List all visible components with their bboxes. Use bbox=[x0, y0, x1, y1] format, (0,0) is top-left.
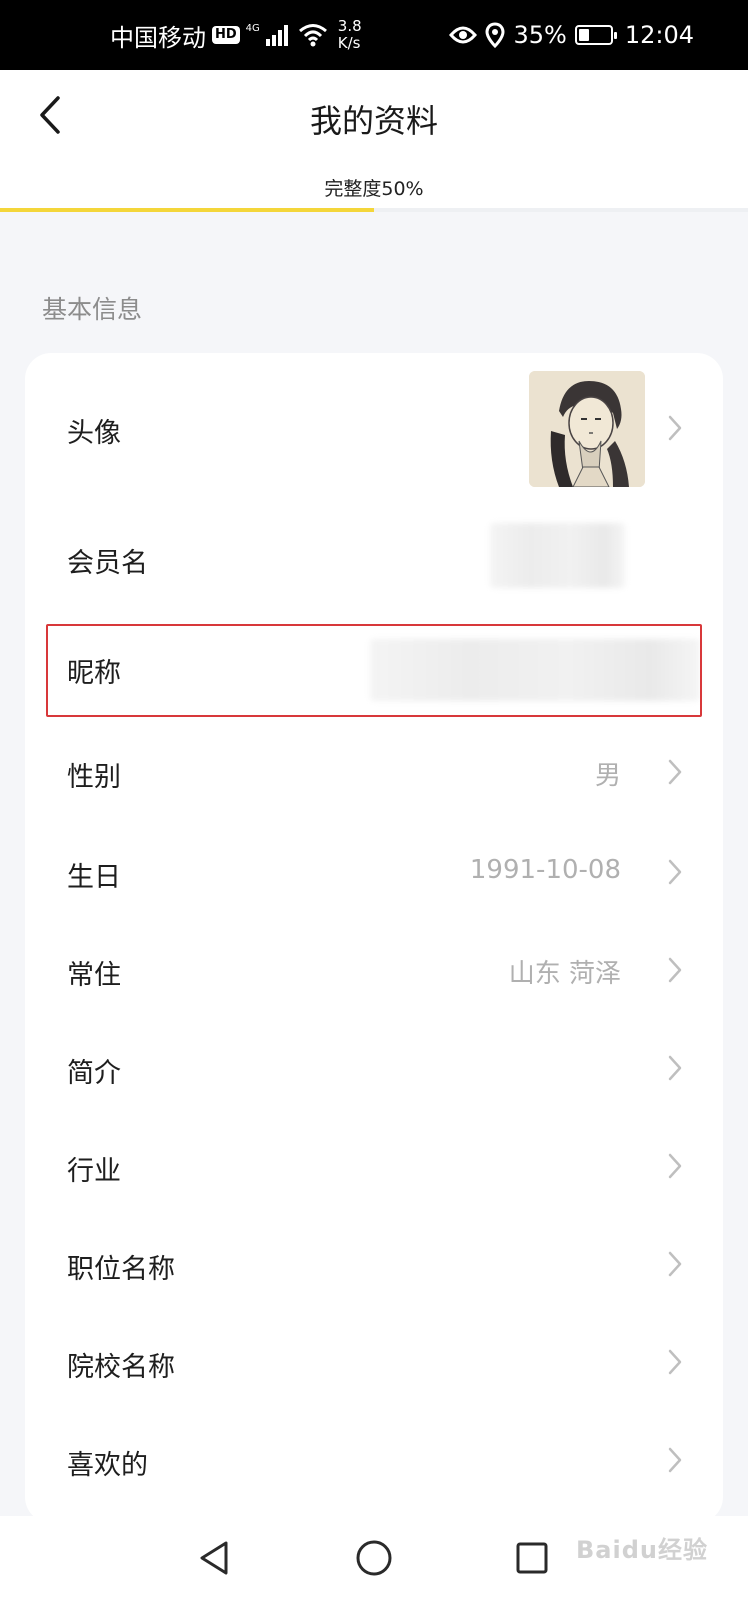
avatar-portrait-image bbox=[529, 371, 645, 487]
row-label: 生日 bbox=[67, 862, 121, 893]
battery-icon bbox=[574, 25, 617, 45]
profile-row-job-title[interactable]: 职位名称 bbox=[25, 1223, 723, 1323]
watermark-logo: Baidu经验 bbox=[576, 1536, 708, 1564]
page-title: 我的资料 bbox=[309, 102, 438, 140]
row-label: 喜欢的 bbox=[67, 1450, 148, 1481]
row-label: 简介 bbox=[67, 1058, 121, 1089]
chevron-right-icon bbox=[663, 413, 687, 443]
profile-row-likes[interactable]: 喜欢的 bbox=[25, 1423, 723, 1523]
row-label: 常住 bbox=[67, 960, 121, 991]
row-label: 头像 bbox=[67, 418, 121, 449]
completeness-progress-bar bbox=[0, 208, 748, 212]
page-header: 我的资料 完整度50% bbox=[0, 70, 748, 212]
row-label: 性别 bbox=[67, 762, 121, 793]
chevron-right-icon bbox=[663, 1445, 687, 1475]
location-icon bbox=[485, 22, 505, 48]
avatar[interactable] bbox=[529, 371, 645, 487]
eye-icon bbox=[449, 26, 478, 44]
blurred-member-name bbox=[490, 523, 625, 588]
battery-percent: 35% bbox=[513, 21, 567, 49]
profile-row-school[interactable]: 院校名称 bbox=[25, 1323, 723, 1423]
chevron-right-icon bbox=[663, 1053, 687, 1083]
square-recents-icon bbox=[516, 1542, 548, 1574]
nav-back-button[interactable] bbox=[192, 1536, 236, 1580]
triangle-back-icon bbox=[200, 1541, 228, 1575]
chevron-right-icon bbox=[663, 757, 687, 787]
profile-row-intro[interactable]: 简介 bbox=[25, 1023, 723, 1123]
completeness-label: 完整度50% bbox=[324, 178, 424, 200]
basic-info-card: 头像 会员名 昵称 性别 男 生日 1991-10-08 常住 山东 菏泽 简介… bbox=[25, 353, 723, 1523]
profile-row-residence[interactable]: 常住 山东 菏泽 bbox=[25, 923, 723, 1023]
row-label: 职位名称 bbox=[67, 1254, 175, 1285]
chevron-right-icon bbox=[663, 955, 687, 985]
clock: 12:04 bbox=[624, 21, 694, 49]
section-title-basic-info: 基本信息 bbox=[42, 295, 143, 324]
network-type-label: 4G bbox=[245, 23, 260, 34]
circle-home-icon bbox=[356, 1540, 392, 1576]
chevron-right-icon bbox=[663, 857, 687, 887]
wifi-icon bbox=[298, 24, 327, 47]
profile-row-birthday[interactable]: 生日 1991-10-08 bbox=[25, 823, 723, 923]
chevron-right-icon bbox=[663, 1151, 687, 1181]
row-label: 会员名 bbox=[67, 548, 148, 579]
carrier-label: 中国移动 bbox=[110, 23, 206, 52]
profile-row-avatar[interactable]: 头像 bbox=[25, 353, 723, 503]
status-bar: 中国移动 HD 4G 3.8 K/s 35% 12:04 bbox=[0, 0, 748, 70]
signal-icon bbox=[265, 25, 288, 46]
hd-badge: HD bbox=[212, 26, 240, 44]
completeness-progress-fill bbox=[0, 208, 374, 212]
network-speed-value: 3.8 bbox=[337, 17, 362, 35]
row-value: 山东 菏泽 bbox=[508, 959, 621, 989]
profile-row-gender[interactable]: 性别 男 bbox=[25, 723, 723, 823]
row-label: 行业 bbox=[67, 1156, 121, 1187]
profile-row-industry[interactable]: 行业 bbox=[25, 1123, 723, 1223]
chevron-right-icon bbox=[663, 1347, 687, 1377]
nickname-highlight-box bbox=[46, 624, 702, 717]
network-speed-unit: K/s bbox=[337, 34, 361, 52]
chevron-right-icon bbox=[663, 1249, 687, 1279]
row-value: 男 bbox=[594, 761, 621, 791]
row-label: 院校名称 bbox=[67, 1352, 175, 1383]
row-value: 1991-10-08 bbox=[469, 855, 621, 885]
nav-home-button[interactable] bbox=[352, 1536, 396, 1580]
nav-recents-button[interactable] bbox=[510, 1536, 554, 1580]
profile-row-member-name: 会员名 bbox=[25, 503, 723, 623]
